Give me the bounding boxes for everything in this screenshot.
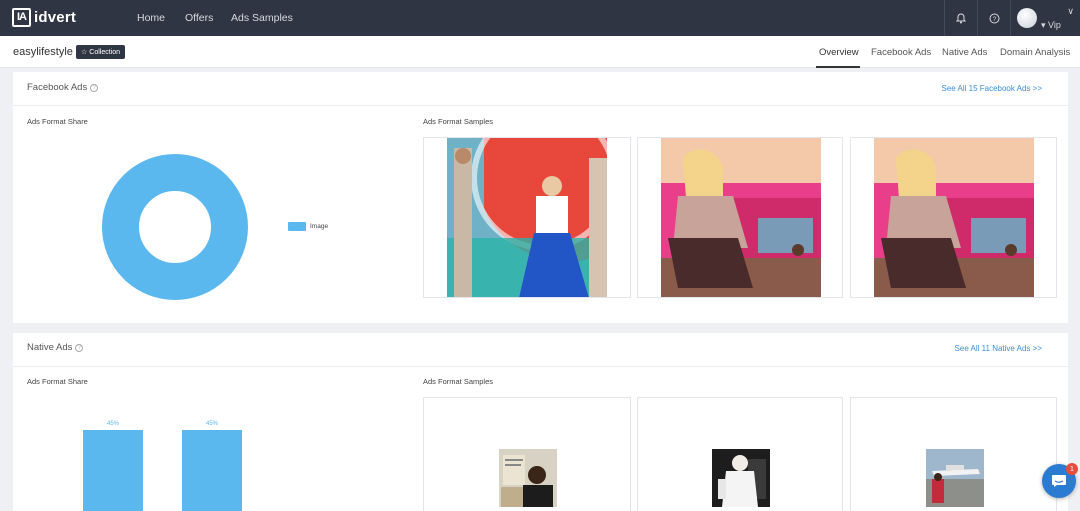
ad-sample-image — [874, 138, 1034, 297]
nav-right-tools: ? ▾ Vip ∨ — [944, 0, 1080, 36]
donut-slice-image[interactable] — [102, 154, 248, 300]
collection-button[interactable]: ☆ Collection — [76, 45, 126, 59]
chevron-down-icon: ∨ — [1067, 6, 1074, 16]
tab-native-ads[interactable]: Native Ads — [942, 47, 987, 58]
nav-home[interactable]: Home — [137, 12, 165, 24]
ad-sample-image — [712, 449, 770, 507]
domain-header: easylifestyle ☆ Collection Overview Face… — [0, 36, 1080, 68]
info-icon[interactable]: ? — [75, 343, 84, 352]
ads-format-share-label: Ads Format Share — [27, 377, 88, 386]
ad-sample-image — [661, 138, 821, 297]
info-icon[interactable]: ? — [90, 83, 99, 92]
user-level: ▾ Vip — [1041, 20, 1061, 30]
ad-sample-image — [499, 449, 557, 507]
bar-1[interactable] — [182, 430, 242, 511]
see-all-native-ads-link[interactable]: See All 11 Native Ads >> — [955, 344, 1042, 353]
see-all-facebook-ads-link[interactable]: See All 15 Facebook Ads >> — [941, 84, 1042, 93]
user-menu[interactable]: ▾ Vip ∨ — [1010, 0, 1080, 36]
svg-text:?: ? — [992, 16, 996, 23]
logo-text: idvert — [34, 9, 77, 26]
question-icon: ? — [989, 13, 999, 23]
native-ad-sample-card[interactable] — [637, 397, 843, 511]
format-share-donut-chart — [102, 154, 248, 300]
bar-value-label: 45% — [106, 421, 119, 427]
logo[interactable]: IA idvert — [12, 8, 76, 27]
native-ad-sample-card[interactable] — [850, 397, 1057, 511]
native-ads-title: Native Ads ? — [27, 342, 84, 353]
tab-facebook-ads[interactable]: Facebook Ads — [871, 47, 931, 58]
ad-sample-thumbnail[interactable] — [637, 137, 843, 298]
bar-value-label: 45% — [205, 421, 218, 427]
nav-ads-samples[interactable]: Ads Samples — [231, 12, 293, 24]
top-navbar: IA idvert Home Offers Ads Samples ? ▾ Vi… — [0, 0, 1080, 36]
ads-format-samples-label: Ads Format Samples — [423, 117, 494, 126]
ad-sample-image — [447, 138, 617, 297]
card-divider — [13, 105, 1068, 106]
help-button[interactable]: ? — [977, 0, 1010, 36]
avatar — [1017, 8, 1037, 28]
star-icon: ☆ — [81, 49, 88, 56]
ad-sample-thumbnail[interactable] — [850, 137, 1057, 298]
tab-domain-analysis[interactable]: Domain Analysis — [1000, 47, 1070, 58]
ads-format-share-label: Ads Format Share — [27, 117, 88, 126]
native-ad-sample-card[interactable] — [423, 397, 631, 511]
nav-offers[interactable]: Offers — [185, 12, 213, 24]
legend-swatch[interactable] — [288, 222, 306, 231]
chat-icon — [1052, 475, 1066, 487]
facebook-ads-title: Facebook Ads ? — [27, 82, 99, 93]
domain-name: easylifestyle — [13, 46, 73, 58]
logo-mark: IA — [12, 8, 31, 27]
ads-format-samples-label: Ads Format Samples — [423, 377, 494, 386]
chat-notification-badge: 1 — [1066, 463, 1078, 475]
ad-sample-image — [926, 449, 984, 507]
ad-sample-thumbnail[interactable] — [423, 137, 631, 298]
bar-0[interactable] — [83, 430, 143, 511]
card-divider — [13, 366, 1068, 367]
chart-legend: Image — [288, 222, 328, 231]
legend-label: Image — [310, 223, 329, 230]
notifications-button[interactable] — [944, 0, 977, 36]
tab-overview[interactable]: Overview — [819, 47, 859, 58]
active-tab-indicator — [816, 66, 860, 68]
bell-icon — [956, 12, 966, 23]
